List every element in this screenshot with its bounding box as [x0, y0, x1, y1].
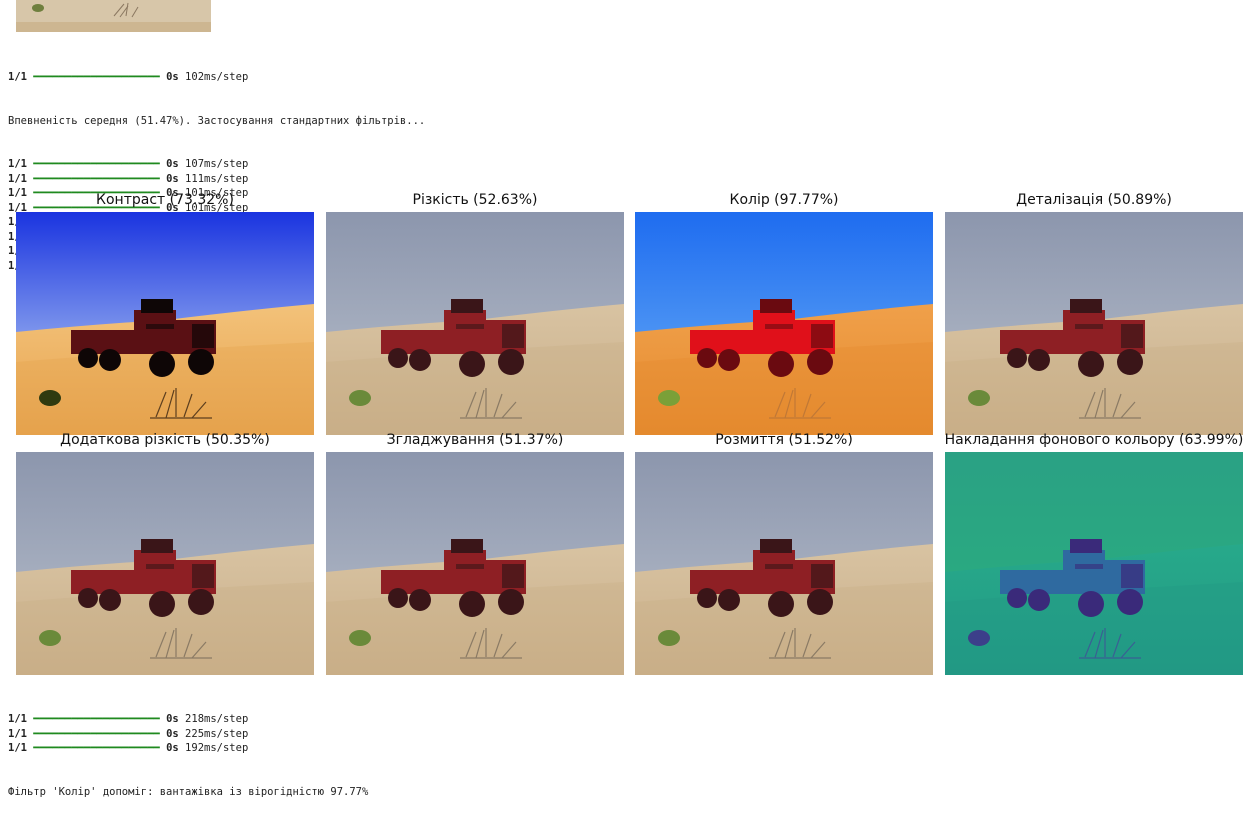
previous-image-thumbnail [16, 0, 211, 32]
log-result-message: Фільтр 'Колір' допоміг: вантажівка із ві… [8, 785, 369, 798]
tile-title: Накладання фонового кольору (63.99%) [944, 432, 1244, 448]
filtered-truck-image [945, 212, 1243, 435]
filtered-truck-image [635, 452, 933, 675]
tile-title: Колір (97.77%) [729, 192, 839, 208]
tile-title: Деталізація (50.89%) [1016, 192, 1172, 208]
tile-title: Додаткова різкість (50.35%) [60, 432, 270, 448]
log-step-line: 1/1 ━━━━━━━━━━━━━━━━━━━━ 0s 107ms/step [8, 158, 249, 170]
log-step-line: 1/1 ━━━━━━━━━━━━━━━━━━━━ 0s 102ms/step [8, 71, 249, 83]
filtered-truck-image [16, 212, 314, 435]
filtered-truck-image [326, 212, 624, 435]
tile-title: Згладжування (51.37%) [386, 432, 564, 448]
output-log-bottom: 1/1 ━━━━━━━━━━━━━━━━━━━━ 0s 218ms/step 1/… [8, 683, 368, 814]
log-step-line: 1/1 ━━━━━━━━━━━━━━━━━━━━ 0s 192ms/step [8, 742, 249, 754]
tile-title: Контраст (73.32%) [96, 192, 234, 208]
filtered-truck-image [635, 212, 933, 435]
log-message: Впевненість середня (51.47%). Застосуван… [8, 114, 426, 127]
log-step-line: 1/1 ━━━━━━━━━━━━━━━━━━━━ 0s 218ms/step [8, 713, 249, 725]
tile-title: Розмиття (51.52%) [715, 432, 853, 448]
log-step-line: 1/1 ━━━━━━━━━━━━━━━━━━━━ 0s 111ms/step [8, 172, 249, 185]
filtered-truck-image [326, 452, 624, 675]
log-step-line: 1/1 ━━━━━━━━━━━━━━━━━━━━ 0s 225ms/step [8, 727, 249, 740]
filtered-truck-image [945, 452, 1243, 675]
tile-title: Різкість (52.63%) [412, 192, 538, 208]
filtered-truck-image [16, 452, 314, 675]
